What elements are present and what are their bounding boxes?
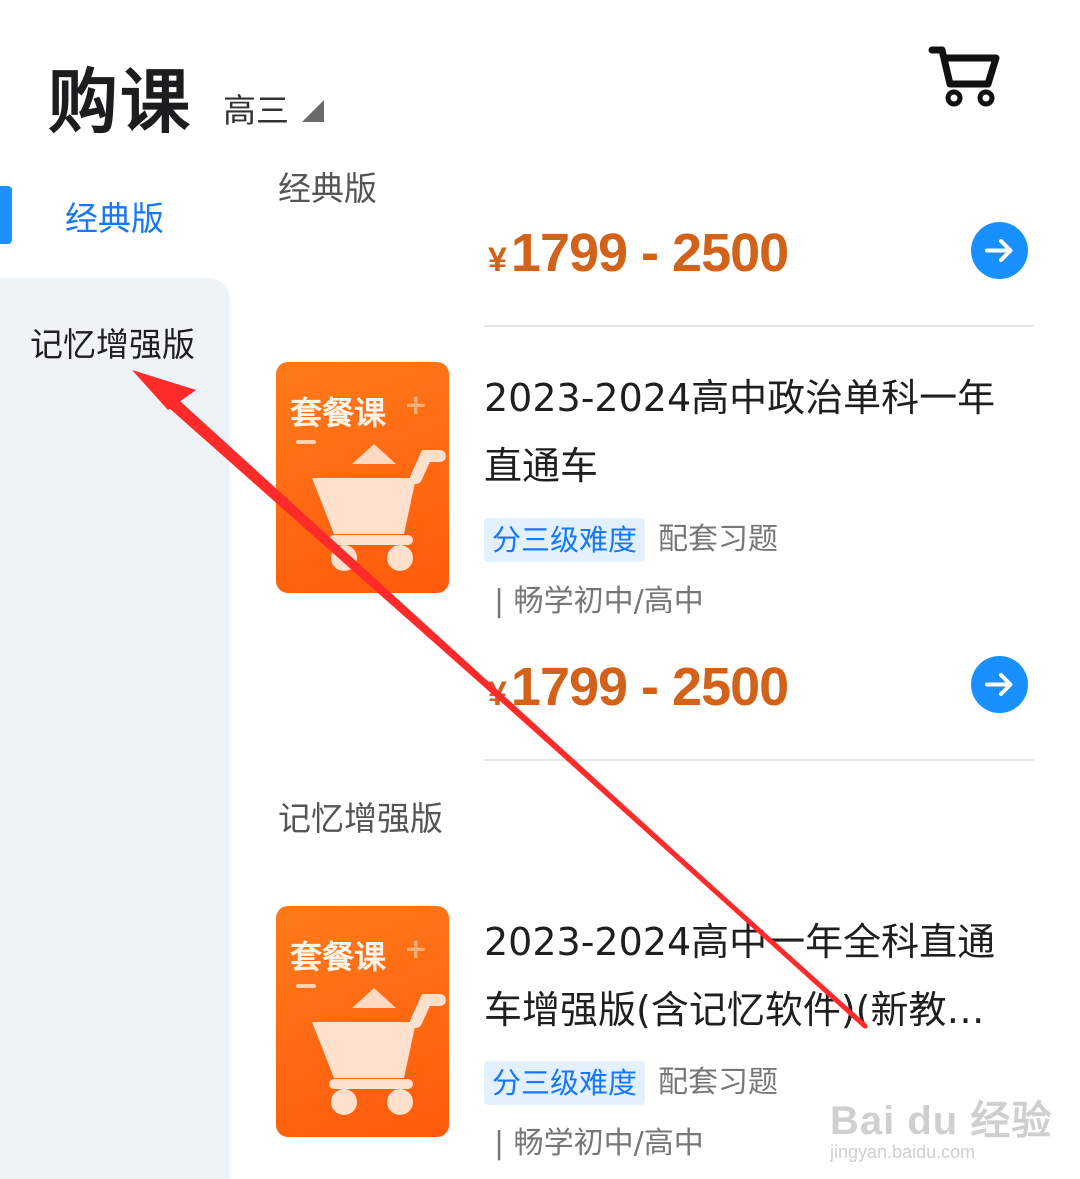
grade-selector[interactable]: 高三 (223, 84, 289, 132)
section-title: 经典版 (278, 169, 377, 208)
exercise-tag: 配套习题 (658, 1065, 778, 1100)
thumbnail-tag: 套餐课 (290, 394, 387, 432)
divider (484, 325, 1034, 327)
active-indicator (0, 186, 12, 244)
page-title: 购课 (48, 61, 192, 143)
section-title: 记忆增强版 (278, 799, 443, 838)
go-button[interactable] (971, 656, 1028, 713)
watermark: Bai du 经验 jingyan.baidu.com (830, 1099, 1053, 1162)
shopping-cart-icon (312, 444, 446, 571)
sidebar-item-memory[interactable]: 记忆增强版 (0, 278, 230, 1179)
sidebar-item-label: 经典版 (65, 199, 164, 238)
plus-icon: + (404, 932, 428, 965)
arrow-right-icon (985, 239, 1013, 262)
sidebar-item-classic[interactable]: 经典版 (0, 182, 232, 252)
difficulty-tag: 分三级难度 (484, 518, 646, 562)
provider-label: | 畅学初中/高中 (494, 1126, 704, 1161)
divider (484, 759, 1034, 761)
thumbnail-tag: 套餐课 (290, 938, 387, 976)
go-button[interactable] (971, 222, 1028, 279)
course-thumbnail[interactable]: 套餐课 + (276, 362, 449, 593)
arrow-right-icon (985, 673, 1013, 696)
header: 购课 高三 (0, 0, 1080, 150)
cart-icon[interactable] (928, 44, 1000, 108)
sidebar-item-label: 记忆增强版 (30, 325, 195, 364)
shopping-cart-icon (312, 988, 446, 1115)
course-thumbnail[interactable]: 套餐课 + (276, 906, 449, 1137)
provider-label: | 畅学初中/高中 (494, 584, 704, 619)
exercise-tag: 配套习题 (658, 522, 778, 557)
course-name[interactable]: 2023-2024高中政治单科一年直通车 (484, 364, 1029, 500)
difficulty-tag: 分三级难度 (484, 1061, 646, 1105)
course-name[interactable]: 2023-2024高中一年全科直通车增强版(含记忆软件)(新教… (484, 908, 1029, 1044)
caret-down-icon[interactable] (302, 100, 324, 122)
price-range: ¥1799 - 2500 (488, 223, 789, 283)
plus-icon: + (404, 388, 428, 421)
price-range: ¥1799 - 2500 (488, 657, 789, 717)
